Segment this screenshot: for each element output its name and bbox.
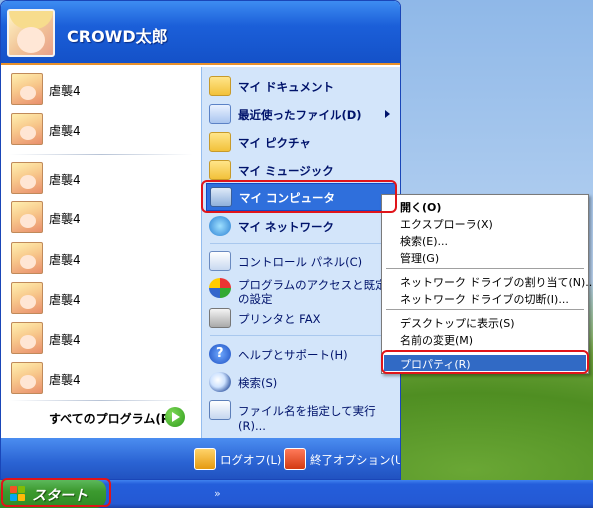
program-thumbnail-icon: [11, 242, 43, 274]
context-item-rename[interactable]: 名前の変更(M): [384, 331, 586, 347]
system-label: コントロール パネル(C): [238, 255, 363, 269]
shutdown-label: 終了オプション(U): [310, 453, 401, 467]
context-item-search[interactable]: 検索(E)...: [384, 232, 586, 248]
recent-program-item[interactable]: 虐襲4: [9, 160, 195, 196]
recent-program-label: 虐襲4: [49, 253, 81, 267]
logoff-label: ログオフ(L): [220, 453, 282, 467]
start-menu-header: CROWD太郎: [1, 1, 400, 65]
recent-program-label: 虐襲4: [49, 293, 81, 307]
divider: [210, 335, 390, 336]
context-item-manage[interactable]: 管理(G): [384, 249, 586, 265]
context-item-label: 名前の変更(M): [400, 334, 474, 347]
my-network-icon: [209, 216, 231, 236]
control-panel-icon: [209, 251, 231, 271]
system-control-panel[interactable]: コントロール パネル(C): [206, 248, 396, 274]
folder-pictures-icon: [209, 132, 231, 152]
recent-program-label: 虐襲4: [49, 124, 81, 138]
program-thumbnail-icon: [11, 113, 43, 145]
submenu-arrow-icon: [385, 110, 390, 118]
context-item-disconnect-drive[interactable]: ネットワーク ドライブの切断(I)...: [384, 290, 586, 306]
divider: [9, 400, 193, 401]
place-my-network[interactable]: マイ ネットワーク: [206, 213, 396, 239]
program-thumbnail-icon: [11, 282, 43, 314]
recent-program-item[interactable]: 虐襲4: [9, 360, 195, 396]
place-my-documents[interactable]: マイ ドキュメント: [206, 73, 396, 99]
highlight-box-properties: [381, 350, 589, 374]
system-label: プリンタと FAX: [238, 312, 321, 326]
folder-music-icon: [209, 160, 231, 180]
recent-program-label: 虐襲4: [49, 84, 81, 98]
place-label: マイ ピクチャ: [238, 136, 311, 150]
system-printers[interactable]: プリンタと FAX: [206, 305, 396, 331]
divider: [9, 154, 193, 155]
start-menu: CROWD太郎 虐襲4 虐襲4 虐襲4 虐襲4 虐襲4 虐襲4 虐襲4 虐襲4 …: [0, 0, 401, 480]
context-item-label: デスクトップに表示(S): [400, 317, 515, 330]
context-item-label: 開く(O): [400, 201, 442, 214]
context-item-label: 管理(G): [400, 252, 440, 265]
divider: [210, 243, 390, 244]
context-item-label: ネットワーク ドライブの割り当て(N)...: [400, 276, 593, 289]
recent-program-label: 虐襲4: [49, 373, 81, 387]
support-label: ヘルプとサポート(H): [238, 348, 348, 362]
divider: [386, 309, 584, 310]
context-item-map-drive[interactable]: ネットワーク ドライブの割り当て(N)...: [384, 273, 593, 289]
support-label: 検索(S): [238, 376, 278, 390]
system-label: プログラムのアクセスと既定の設定: [238, 278, 387, 306]
recent-program-label: 虐襲4: [49, 333, 81, 347]
place-label: マイ ドキュメント: [238, 80, 335, 94]
system-default-programs[interactable]: プログラムのアクセスと既定の設定: [206, 275, 396, 307]
quick-launch-chevron-icon[interactable]: »: [214, 487, 221, 500]
context-menu: 開く(O) エクスプローラ(X) 検索(E)... 管理(G) ネットワーク ド…: [381, 194, 593, 374]
places-pane: マイ ドキュメント 最近使ったファイル(D) マイ ピクチャ マイ ミュージック…: [201, 67, 400, 438]
context-item-label: エクスプローラ(X): [400, 218, 493, 231]
key-icon: [194, 448, 216, 470]
recent-documents-icon: [209, 104, 231, 124]
support-help[interactable]: ヘルプとサポート(H): [206, 341, 396, 367]
support-search[interactable]: 検索(S): [206, 369, 396, 395]
user-name: CROWD太郎: [67, 27, 168, 46]
recent-program-item[interactable]: 虐襲4: [9, 71, 195, 107]
user-avatar[interactable]: [7, 9, 55, 57]
default-programs-icon: [209, 278, 231, 298]
place-my-pictures[interactable]: マイ ピクチャ: [206, 129, 396, 155]
folder-documents-icon: [209, 76, 231, 96]
help-icon: [209, 344, 231, 364]
start-menu-footer: ログオフ(L) 終了オプション(U): [1, 438, 400, 479]
program-thumbnail-icon: [11, 162, 43, 194]
printer-icon: [209, 308, 231, 328]
context-item-show-on-desktop[interactable]: デスクトップに表示(S): [384, 314, 586, 330]
context-item-explorer[interactable]: エクスプローラ(X): [384, 215, 586, 231]
recent-program-item[interactable]: 虐襲4: [9, 320, 195, 356]
program-thumbnail-icon: [11, 362, 43, 394]
program-thumbnail-icon: [11, 201, 43, 233]
arrow-right-icon[interactable]: [165, 407, 185, 427]
recent-program-item[interactable]: 虐襲4: [9, 240, 195, 276]
highlight-box-start: [1, 478, 111, 507]
all-programs-button[interactable]: すべてのプログラム(P): [49, 410, 175, 427]
place-label: マイ ミュージック: [238, 164, 334, 178]
run-icon: [209, 400, 231, 420]
highlight-box-my-computer: [201, 180, 397, 213]
support-label: ファイル名を指定して実行(R)...: [238, 404, 376, 433]
program-thumbnail-icon: [11, 322, 43, 354]
recent-program-label: 虐襲4: [49, 173, 81, 187]
context-item-label: ネットワーク ドライブの切断(I)...: [400, 293, 569, 306]
recent-program-item[interactable]: 虐襲4: [9, 111, 195, 147]
power-icon: [284, 448, 306, 470]
divider: [386, 268, 584, 269]
program-thumbnail-icon: [11, 73, 43, 105]
recent-program-item[interactable]: 虐襲4: [9, 199, 195, 235]
place-label: マイ ネットワーク: [238, 220, 335, 234]
recent-programs-pane: 虐襲4 虐襲4 虐襲4 虐襲4 虐襲4 虐襲4 虐襲4 虐襲4 すべてのプログラ…: [1, 67, 201, 438]
recent-program-item[interactable]: 虐襲4: [9, 280, 195, 316]
place-recent-documents[interactable]: 最近使ったファイル(D): [206, 101, 396, 127]
search-icon: [209, 372, 231, 392]
support-run[interactable]: ファイル名を指定して実行(R)...: [206, 397, 396, 433]
place-label: 最近使ったファイル(D): [238, 108, 362, 122]
context-item-label: 検索(E)...: [400, 235, 449, 248]
recent-program-label: 虐襲4: [49, 212, 81, 226]
context-item-open[interactable]: 開く(O): [384, 198, 586, 214]
